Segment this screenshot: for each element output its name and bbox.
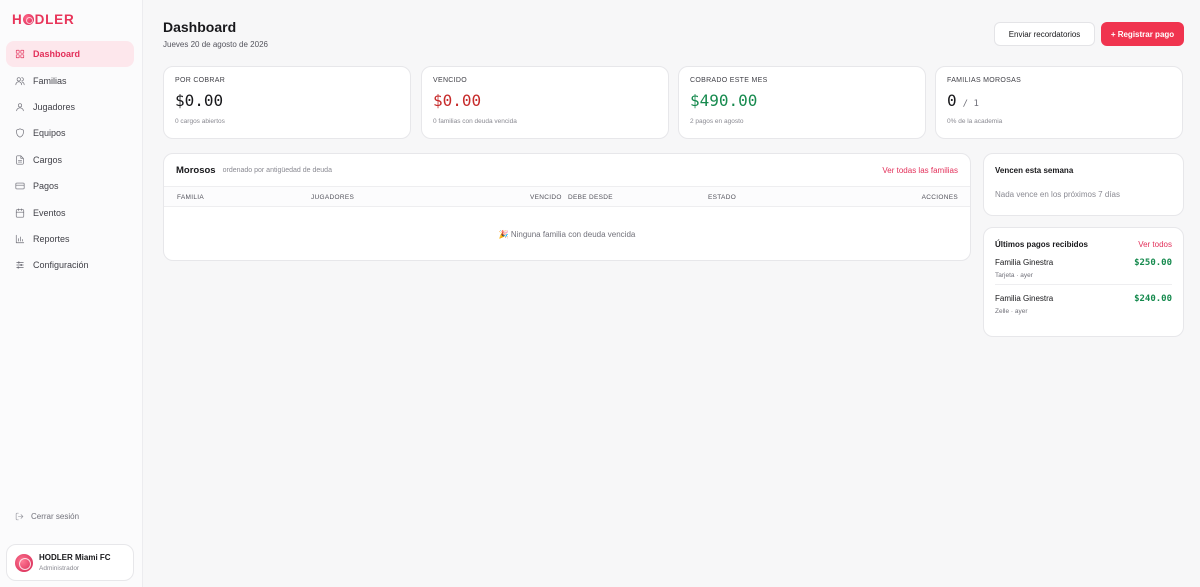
due-this-week-panel: Vencen esta semana Nada vence en los pró… (983, 153, 1184, 216)
due-this-week-title: Vencen esta semana (995, 166, 1074, 175)
profile-role: Administrador (39, 565, 80, 572)
logout-button[interactable]: Cerrar sesión (15, 512, 79, 521)
sidebar-item-equipos[interactable]: Equipos (6, 120, 134, 146)
view-all-families-link[interactable]: Ver todas las familias (882, 166, 958, 175)
stat-value: $490.00 (690, 91, 758, 110)
stat-label: VENCIDO (433, 77, 467, 84)
payment-family: Familia Ginestra (995, 258, 1054, 267)
recent-payments-header: Últimos pagos recibidos Ver todos (995, 240, 1172, 249)
user-icon (16, 103, 24, 112)
sidebar-item-label: Equipos (33, 128, 66, 139)
sidebar-item-label: Cargos (33, 154, 63, 165)
stat-subtext: 2 pagos en agosto (690, 118, 744, 125)
stat-label: POR COBRAR (175, 77, 226, 84)
sidebar-item-reportes[interactable]: Reportes (6, 226, 134, 252)
sidebar-nav: Dashboard Familias Jugadores Equipos Car… (6, 41, 134, 279)
payment-meta: Tarjeta · ayer (995, 272, 1033, 279)
view-all-payments-link[interactable]: Ver todos (1138, 240, 1172, 249)
register-payment-button[interactable]: + Registrar pago (1101, 22, 1184, 46)
credit-card-icon (15, 182, 25, 190)
recent-payments-panel: Últimos pagos recibidos Ver todos Famili… (983, 227, 1184, 337)
sidebar-item-familias[interactable]: Familias (6, 67, 134, 93)
table-header: FAMILIA JUGADORES VENCIDO DEBE DESDE EST… (164, 187, 970, 207)
document-icon (16, 155, 24, 165)
payment-row[interactable]: Familia Ginestra Tarjeta · ayer $250.00 (995, 249, 1172, 284)
send-reminders-button[interactable]: Enviar recordatorios (994, 22, 1095, 46)
page-title: Dashboard (163, 19, 237, 35)
payment-family: Familia Ginestra (995, 294, 1054, 303)
sidebar-item-label: Familias (33, 75, 67, 86)
soccer-ball-icon (23, 14, 35, 25)
sidebar-item-label: Configuración (33, 260, 89, 271)
morosos-panel: Morosos ordenado por antigüedad de deuda… (163, 153, 971, 261)
sidebar-item-pagos[interactable]: Pagos (6, 173, 134, 199)
due-this-week-message: Nada vence en los próximos 7 días (995, 190, 1120, 199)
calendar-icon (15, 208, 25, 218)
sidebar-item-label: Pagos (33, 181, 59, 192)
stat-total: / 1 (962, 99, 979, 109)
stat-card-vencido: VENCIDO $0.00 0 familias con deuda venci… (421, 66, 669, 139)
stat-subtext: 0 cargos abiertos (175, 118, 225, 125)
brand-logo[interactable]: H DLER (12, 12, 75, 27)
stat-subtext: 0% de la academia (947, 118, 1003, 125)
column-header-vencido[interactable]: VENCIDO (530, 194, 562, 201)
column-header-acciones: ACCIONES (921, 194, 958, 201)
profile-card[interactable]: HODLER Miami FC Administrador (6, 544, 134, 581)
stat-subtext: 0 familias con deuda vencida (433, 118, 517, 125)
logo-letter: H (12, 12, 23, 27)
empty-state-message: 🎉 Ninguna familia con deuda vencida (498, 230, 636, 239)
stat-value: $0.00 (175, 91, 224, 110)
profile-name: HODLER Miami FC (39, 553, 111, 562)
payment-amount: $250.00 (1134, 258, 1172, 268)
column-header-estado[interactable]: ESTADO (708, 194, 736, 201)
sidebar-item-dashboard[interactable]: Dashboard (6, 41, 134, 68)
column-header-jugadores[interactable]: JUGADORES (311, 194, 354, 201)
page-date: Jueves 20 de agosto de 2026 (163, 40, 268, 49)
logo-text: DLER (34, 12, 75, 27)
logout-label: Cerrar sesión (31, 512, 80, 521)
grid-icon (15, 50, 25, 59)
stat-card-cobrado: COBRADO ESTE MES $490.00 2 pagos en agos… (678, 66, 926, 139)
avatar (15, 553, 33, 572)
sliders-icon (16, 261, 24, 269)
sidebar-item-label: Dashboard (33, 49, 81, 60)
sidebar-item-eventos[interactable]: Eventos (6, 199, 134, 225)
bar-chart-icon (15, 234, 25, 244)
column-header-debe-desde[interactable]: DEBE DESDE (568, 194, 613, 201)
stat-card-por-cobrar: POR COBRAR $0.00 0 cargos abiertos (163, 66, 411, 139)
sidebar-item-jugadores[interactable]: Jugadores (6, 94, 134, 120)
recent-payments-title: Últimos pagos recibidos (995, 240, 1088, 249)
logout-icon (15, 512, 24, 521)
stat-value-group: 0 / 1 (947, 91, 1171, 110)
stat-card-familias-morosas: FAMILIAS MOROSAS 0 / 1 0% de la academia (935, 66, 1183, 139)
shield-icon (16, 128, 24, 138)
morosos-header: Morosos ordenado por antigüedad de deuda… (164, 154, 970, 187)
morosos-subtitle: ordenado por antigüedad de deuda (222, 166, 332, 174)
sidebar-item-label: Reportes (33, 233, 70, 244)
sidebar-item-label: Jugadores (33, 101, 76, 112)
users-icon (15, 76, 25, 85)
stat-value: $0.00 (433, 91, 482, 110)
column-header-familia[interactable]: FAMILIA (177, 194, 204, 201)
stat-label: FAMILIAS MOROSAS (947, 77, 1022, 84)
morosos-title: Morosos (176, 164, 216, 176)
stat-value: 0 (947, 91, 957, 110)
sidebar-item-cargos[interactable]: Cargos (6, 147, 134, 173)
payment-amount: $240.00 (1134, 294, 1172, 304)
sidebar-item-configuracion[interactable]: Configuración (6, 252, 134, 278)
payment-meta: Zelle · ayer (995, 308, 1028, 315)
payment-row[interactable]: Familia Ginestra Zelle · ayer $240.00 (995, 284, 1172, 320)
stat-label: COBRADO ESTE MES (690, 77, 768, 84)
sidebar-item-label: Eventos (33, 207, 66, 218)
sidebar: H DLER Dashboard Familias Jugadores Equi… (0, 0, 143, 587)
